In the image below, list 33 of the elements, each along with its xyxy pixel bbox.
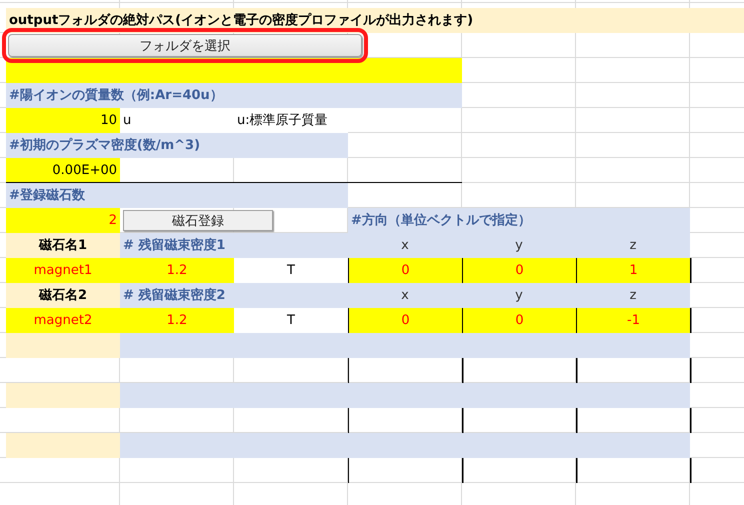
unit-label: T	[234, 308, 348, 333]
input-cell: -1	[576, 308, 690, 333]
axis-label: x	[348, 283, 462, 308]
section-heading: # 残留磁束密度1	[120, 233, 348, 258]
section-heading: # 残留磁束密度2	[120, 283, 348, 308]
register-magnet-button[interactable]: 磁石登録	[123, 210, 273, 231]
input-cell: 10	[6, 108, 120, 133]
table-cell: u	[120, 108, 234, 133]
input-cell: 0	[348, 308, 462, 333]
sheet-title: outputフォルダの絶対パス(イオンと電子の密度プロファイルが出力されます)	[6, 8, 744, 33]
axis-label: y	[462, 283, 576, 308]
table-cell: u:標準原子質量	[234, 108, 348, 133]
axis-label: z	[576, 283, 690, 308]
input-cell: 1.2	[120, 308, 234, 333]
axis-label: z	[576, 233, 690, 258]
input-cell: 0	[462, 258, 576, 283]
input-cell: 1	[576, 258, 690, 283]
input-cell: magnet2	[6, 308, 120, 333]
axis-label: y	[462, 233, 576, 258]
unit-label: T	[234, 258, 348, 283]
section-heading: #初期のプラズマ密度(数/m^3)	[6, 133, 348, 158]
input-cell: 0.00E+00	[6, 158, 120, 183]
input-cell: magnet1	[6, 258, 120, 283]
input-cell: 0	[348, 258, 462, 283]
input-cell: 2	[6, 208, 120, 233]
table-cell: 磁石名2	[6, 283, 120, 308]
axis-label: x	[348, 233, 462, 258]
section-heading: #陽イオンの質量数（例:Ar=40u）	[6, 83, 462, 108]
input-cell: 0	[462, 308, 576, 333]
table-cell: 磁石名1	[6, 233, 120, 258]
section-heading: #登録磁石数	[6, 183, 348, 208]
input-cell: 1.2	[120, 258, 234, 283]
section-heading: #方向（単位ベクトルで指定）	[348, 208, 690, 233]
